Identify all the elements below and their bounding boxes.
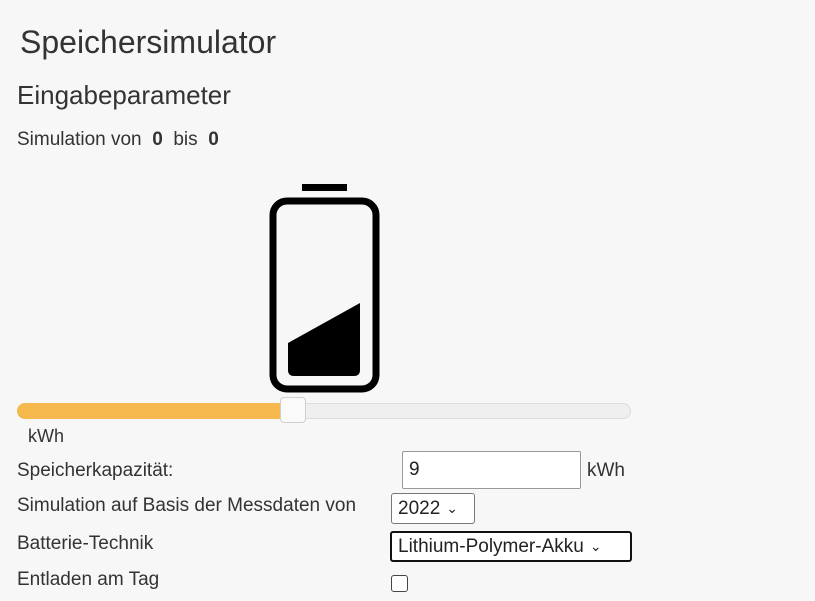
simulation-range: Simulation von 0 bis 0 [17, 129, 219, 151]
chevron-down-icon: ⌄ [589, 538, 602, 554]
capacity-input[interactable] [402, 451, 581, 489]
simulation-range-middle: bis [173, 129, 198, 150]
data-year-label: Simulation auf Basis der Messdaten von [17, 495, 357, 516]
technology-label: Batterie-Technik [17, 533, 154, 554]
technology-select[interactable]: Lithium-Polymer-Akku ⌄ [390, 531, 632, 562]
simulation-range-prefix: Simulation von [17, 129, 142, 150]
battery-icon [268, 180, 382, 400]
page-title: Speichersimulator [20, 24, 277, 60]
slider-fill [17, 403, 294, 419]
discharge-day-label: Entladen am Tag [17, 569, 160, 590]
data-year-value: 2022 [398, 497, 441, 519]
slider-thumb[interactable] [280, 397, 307, 423]
discharge-day-checkbox[interactable] [391, 575, 408, 592]
data-year-select[interactable]: 2022 ⌄ [391, 493, 475, 524]
chevron-down-icon: ⌄ [446, 500, 459, 516]
capacity-unit: kWh [587, 460, 625, 481]
capacity-label: Speicherkapazität: [17, 460, 174, 481]
simulation-range-from: 0 [152, 129, 163, 150]
slider-unit: kWh [28, 426, 64, 446]
section-title: Eingabeparameter [17, 80, 231, 110]
simulation-range-to: 0 [208, 129, 219, 150]
technology-value: Lithium-Polymer-Akku [398, 535, 584, 557]
